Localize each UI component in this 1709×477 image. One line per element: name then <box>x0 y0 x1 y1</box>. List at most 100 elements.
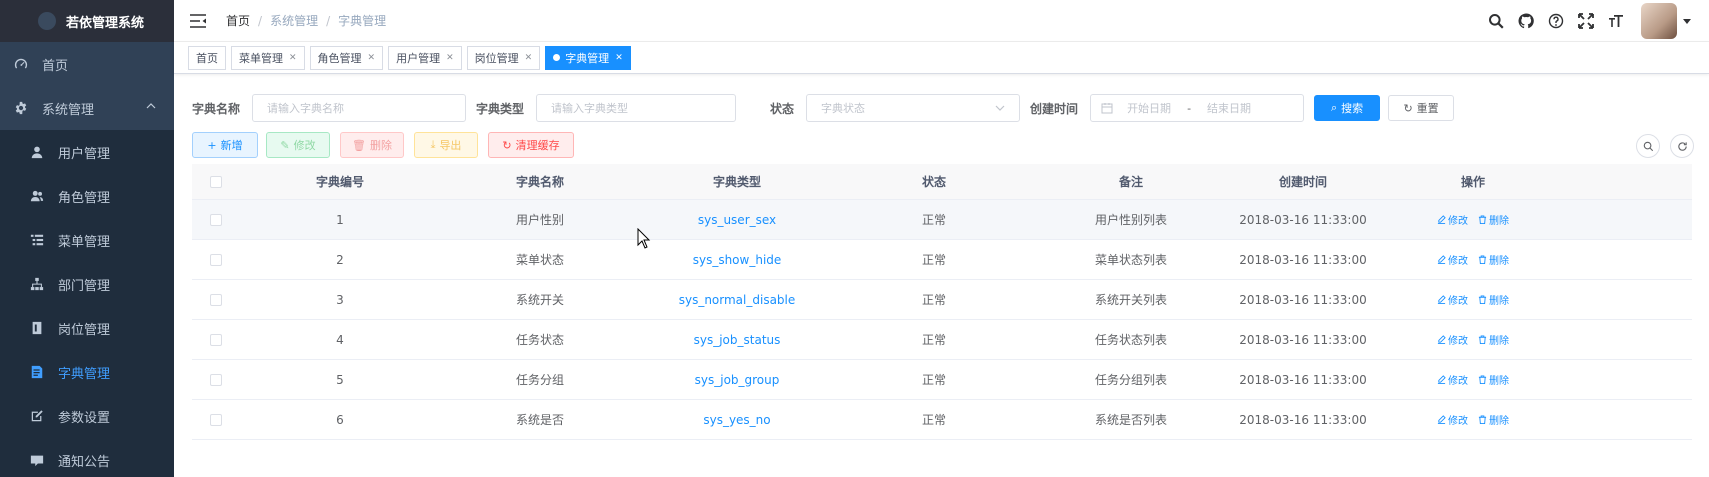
row-delete-button[interactable]: 删除 <box>1478 252 1509 267</box>
dict-type-link[interactable]: sys_show_hide <box>640 253 834 267</box>
avatar[interactable] <box>1641 3 1677 39</box>
row-checkbox[interactable] <box>210 413 222 426</box>
row-edit-button[interactable]: 修改 <box>1437 212 1468 227</box>
column-header: 字典类型 <box>712 175 761 189</box>
dict-type-link[interactable]: sys_normal_disable <box>640 293 834 307</box>
close-icon[interactable]: ✕ <box>368 53 376 63</box>
close-icon[interactable]: ✕ <box>525 53 533 63</box>
dict-name-input[interactable]: 请输入字典名称 <box>252 94 467 122</box>
tag-menus[interactable]: 菜单管理 ✕ <box>231 45 305 70</box>
reset-button[interactable]: ↻ 重置 <box>1388 95 1455 121</box>
close-icon[interactable]: ✕ <box>446 53 454 63</box>
breadcrumb-home[interactable]: 首页 <box>226 12 250 29</box>
op-label: 删除 <box>1489 336 1509 347</box>
main-content: 字典名称 请输入字典名称 字典类型 请输入字典类型 状态 字典状态 创建时间 开… <box>174 74 1709 477</box>
dict-type-link[interactable]: sys_user_sex <box>640 213 834 227</box>
dict-type-label: 字典类型 <box>476 101 525 116</box>
question-icon[interactable] <box>1547 12 1565 30</box>
status-label: 状态 <box>770 101 795 116</box>
button-label: 修改 <box>293 139 316 152</box>
sidebar-item-depts[interactable]: 部门管理 <box>0 262 174 306</box>
dict-remark: 任务状态列表 <box>1094 333 1167 347</box>
fullscreen-icon[interactable] <box>1577 12 1595 30</box>
select-all-checkbox[interactable] <box>210 175 222 188</box>
row-select-cell <box>192 213 240 226</box>
dict-type-link[interactable]: sys_job_group <box>640 373 834 387</box>
row-edit-button[interactable]: 修改 <box>1437 292 1468 307</box>
sidebar-item-dict[interactable]: 字典管理 <box>0 350 174 394</box>
add-button[interactable]: + 新增 <box>192 132 258 158</box>
edit-icon <box>1437 255 1446 264</box>
table-row[interactable]: 5 任务分组 sys_job_group 正常 任务分组列表 2018-03-1… <box>192 360 1692 400</box>
row-checkbox[interactable] <box>210 213 222 226</box>
clear-cache-button[interactable]: ↻ 清理缓存 <box>488 132 574 158</box>
row-edit-button[interactable]: 修改 <box>1437 412 1468 427</box>
table-row[interactable]: 3 系统开关 sys_normal_disable 正常 系统开关列表 2018… <box>192 280 1692 320</box>
table-row[interactable]: 4 任务状态 sys_job_status 正常 任务状态列表 2018-03-… <box>192 320 1692 360</box>
start-date-input[interactable]: 开始日期 <box>1127 100 1171 116</box>
row-edit-button[interactable]: 修改 <box>1437 252 1468 267</box>
row-checkbox[interactable] <box>210 373 222 386</box>
table-header: 字典编号 字典名称 字典类型 状态 备注 创建时间 操作 <box>192 164 1692 200</box>
tag-posts[interactable]: 岗位管理 ✕ <box>466 45 541 70</box>
right-menu <box>1487 0 1709 42</box>
row-operations: 修改 删除 <box>1378 252 1568 267</box>
column-header: 备注 <box>1118 175 1143 189</box>
row-checkbox[interactable] <box>210 253 222 266</box>
end-date-input[interactable]: 结束日期 <box>1207 100 1251 116</box>
sidebar-item-system[interactable]: 系统管理 <box>0 86 174 130</box>
status-select[interactable]: 字典状态 <box>806 94 1021 122</box>
row-delete-button[interactable]: 删除 <box>1478 412 1509 427</box>
hamburger-icon[interactable] <box>190 13 206 28</box>
row-edit-button[interactable]: 修改 <box>1437 372 1468 387</box>
row-delete-button[interactable]: 删除 <box>1478 372 1509 387</box>
search-button[interactable]: ⌕ 搜索 <box>1314 95 1381 121</box>
sidebar-item-menus[interactable]: 菜单管理 <box>0 218 174 262</box>
plus-icon: + <box>207 138 217 152</box>
sidebar-item-notice[interactable]: 通知公告 <box>0 438 174 477</box>
tag-dict[interactable]: 字典管理 ✕ <box>545 45 631 70</box>
close-icon[interactable]: ✕ <box>615 53 623 63</box>
row-checkbox[interactable] <box>210 293 222 306</box>
trash-icon <box>1478 415 1487 424</box>
toggle-search-button[interactable] <box>1636 134 1660 158</box>
row-delete-button[interactable]: 删除 <box>1478 332 1509 347</box>
caret-down-icon[interactable] <box>1683 17 1691 25</box>
dict-created: 2018-03-16 11:33:00 <box>1239 292 1367 307</box>
sidebar-item-roles[interactable]: 角色管理 <box>0 174 174 218</box>
sidebar-item-config[interactable]: 参数设置 <box>0 394 174 438</box>
table-row[interactable]: 2 菜单状态 sys_show_hide 正常 菜单状态列表 2018-03-1… <box>192 240 1692 280</box>
table-row[interactable]: 6 系统是否 sys_yes_no 正常 系统是否列表 2018-03-16 1… <box>192 400 1692 440</box>
row-delete-button[interactable]: 删除 <box>1478 292 1509 307</box>
close-icon[interactable]: ✕ <box>289 53 297 63</box>
sidebar-item-home[interactable]: 首页 <box>0 42 174 86</box>
tag-roles[interactable]: 角色管理 ✕ <box>309 45 384 70</box>
github-icon[interactable] <box>1517 12 1535 30</box>
dict-type-link[interactable]: sys_job_status <box>640 333 834 347</box>
tag-users[interactable]: 用户管理 ✕ <box>388 45 462 70</box>
sidebar-item-users[interactable]: 用户管理 <box>0 130 174 174</box>
op-label: 修改 <box>1448 296 1468 307</box>
dict-name: 任务分组 <box>515 373 564 387</box>
edit-button[interactable]: ✎ 修改 <box>266 132 330 158</box>
font-size-icon[interactable] <box>1607 12 1625 30</box>
refresh-table-button[interactable] <box>1670 134 1694 158</box>
search-icon[interactable] <box>1487 12 1505 30</box>
dict-type-link[interactable]: sys_yes_no <box>640 413 834 427</box>
table-row[interactable]: 1 用户性别 sys_user_sex 正常 用户性别列表 2018-03-16… <box>192 200 1692 240</box>
dict-status: 正常 <box>921 293 946 307</box>
date-range-picker[interactable]: 开始日期 - 结束日期 <box>1090 94 1305 122</box>
delete-button[interactable]: 🗑 删除 <box>340 132 404 158</box>
dict-status: 正常 <box>921 253 946 267</box>
dict-table: 字典编号 字典名称 字典类型 状态 备注 创建时间 操作 1 用户性别 sys_… <box>192 164 1692 440</box>
dict-type-input[interactable]: 请输入字典类型 <box>536 94 737 122</box>
row-edit-button[interactable]: 修改 <box>1437 332 1468 347</box>
logo[interactable]: 若依管理系统 <box>0 0 174 42</box>
export-button[interactable]: ⤓ 导出 <box>414 132 478 158</box>
row-delete-button[interactable]: 删除 <box>1478 212 1509 227</box>
tag-home[interactable]: 首页 <box>188 45 226 70</box>
sidebar-item-posts[interactable]: 岗位管理 <box>0 306 174 350</box>
search-form: 字典名称 请输入字典名称 字典类型 请输入字典类型 状态 字典状态 创建时间 开… <box>192 94 1455 122</box>
row-checkbox[interactable] <box>210 333 222 346</box>
op-label: 删除 <box>1489 256 1509 267</box>
